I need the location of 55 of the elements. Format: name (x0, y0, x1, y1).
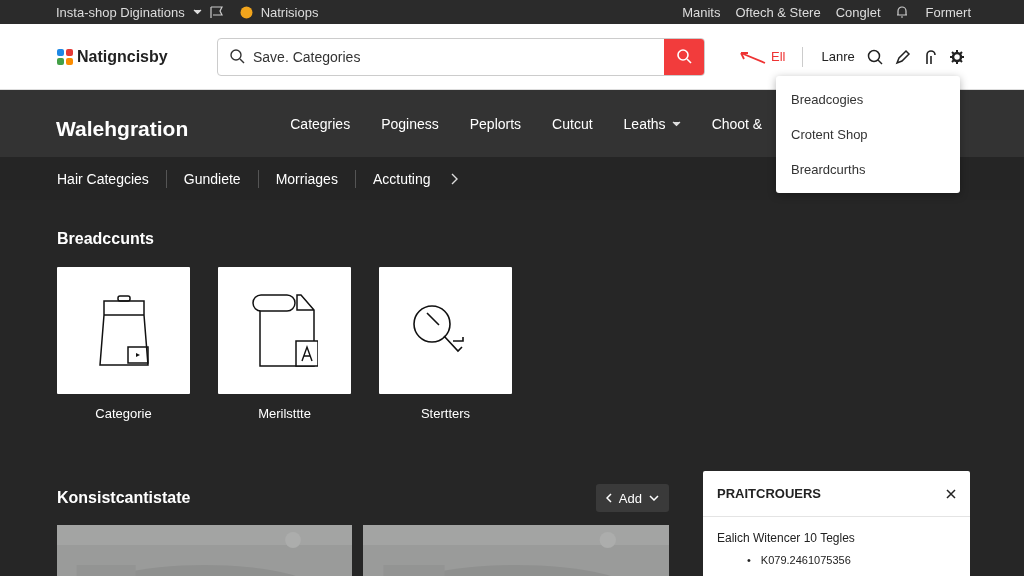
section-title: Konsistcantistate (57, 489, 191, 507)
flag-icon (209, 5, 224, 19)
nav-item[interactable]: Peplorts (469, 115, 522, 132)
nav-item[interactable]: Categries (290, 115, 351, 132)
breadcrumb-link[interactable]: Morriages (275, 170, 338, 187)
card-label: Stertters (420, 406, 471, 421)
menu-item[interactable]: Breardcurths (776, 152, 960, 187)
card-label: Merilsttte (258, 406, 311, 421)
chevron-right-icon[interactable] (450, 172, 458, 185)
search-icon[interactable] (866, 48, 883, 65)
settings-icon[interactable] (948, 48, 965, 65)
nav-item[interactable]: Leaths (623, 115, 681, 132)
chevron-down-icon (192, 9, 202, 15)
arrow-icon (737, 49, 767, 64)
page-title: Walehgration (56, 116, 189, 141)
store-selector[interactable]: Insta-shop Diginations (56, 4, 185, 20)
pen-icon[interactable] (894, 48, 911, 65)
logo-text[interactable]: Natigncisby (77, 47, 168, 66)
alert-link[interactable]: Ell (771, 49, 786, 64)
close-icon[interactable] (946, 488, 956, 499)
nav-item[interactable]: Poginess (381, 115, 439, 132)
category-card[interactable] (218, 267, 351, 394)
top-link[interactable]: Formert (925, 4, 971, 20)
list-item: K079.2461075356 (760, 553, 851, 567)
breadcrumb-link[interactable]: Gundiete (183, 170, 241, 187)
search-button[interactable] (664, 38, 704, 75)
chevron-down-icon (671, 120, 681, 127)
breadcrumb-link[interactable]: Acctuting (372, 170, 431, 187)
panel-text: Ealich Witencer 10 Tegles (717, 531, 856, 545)
account-link[interactable]: Lanre (821, 49, 855, 64)
bell-icon[interactable] (895, 5, 908, 19)
nav-item[interactable]: Cutcut (552, 115, 593, 132)
chevron-down-icon (649, 495, 659, 501)
top-link[interactable]: Manits (682, 4, 721, 20)
category-card[interactable] (57, 267, 190, 394)
top-link[interactable]: Conglet (835, 4, 881, 20)
breadcrumb-link[interactable]: Hair Categcies (57, 170, 149, 187)
menu-item[interactable]: Crotent Shop (776, 117, 960, 152)
search-icon (676, 49, 692, 64)
document-icon (251, 293, 318, 368)
nav-item[interactable]: Choot & (711, 115, 763, 132)
top-link[interactable]: Oftech & Stere (735, 4, 821, 20)
chevron-left-icon (605, 493, 612, 503)
coin-icon (239, 5, 253, 19)
logo-icon (57, 48, 73, 65)
section-title: Breadccunts (57, 230, 155, 248)
menu-item[interactable]: Breadcogies (776, 82, 960, 117)
bag-icon (97, 294, 150, 367)
add-button[interactable]: Add (595, 484, 669, 512)
card-label: Categorie (95, 406, 152, 421)
top-link[interactable]: Natrisiops (260, 4, 319, 20)
search-icon (230, 49, 245, 64)
bullet: • (747, 553, 751, 567)
search-bar[interactable]: Save. Categories (217, 37, 705, 76)
panel-title: PRAITCROUERS (717, 486, 821, 501)
